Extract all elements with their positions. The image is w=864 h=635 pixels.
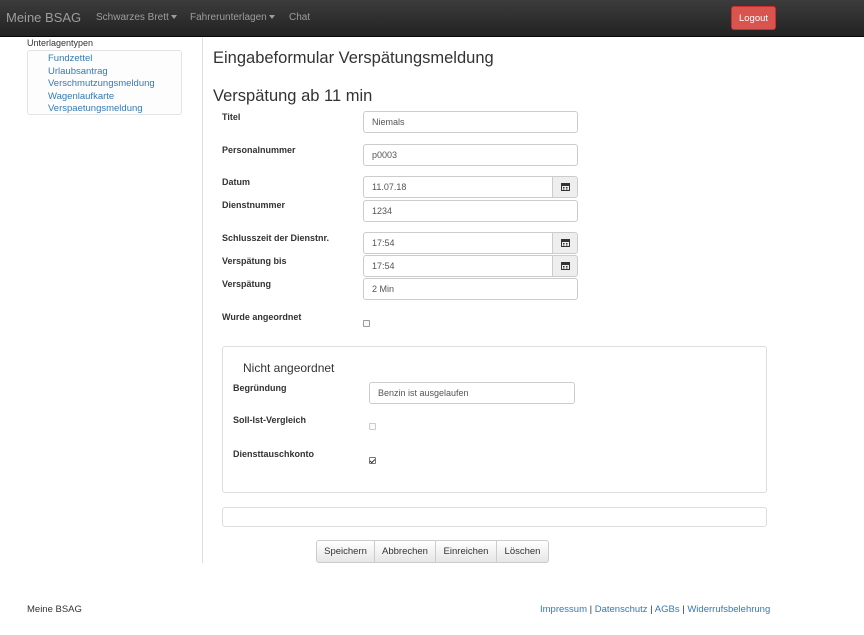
footer-brand: Meine BSAG bbox=[27, 604, 82, 615]
schlusszeit-input[interactable]: 17:54 bbox=[363, 232, 553, 254]
sidebar-item-fundzettel[interactable]: Fundzettel bbox=[48, 53, 92, 64]
sidebar-item-verschmutzungsmeldung[interactable]: Verschmutzungsmeldung bbox=[48, 78, 155, 89]
sidebar-divider bbox=[202, 38, 203, 563]
footer-separator: | bbox=[586, 604, 595, 615]
sidebar-list: Fundzettel Urlaubsantrag Verschmutzungsm… bbox=[27, 50, 182, 115]
section-title: Verspätung ab 11 min bbox=[213, 87, 373, 105]
sidebar-item-verspaetungsmeldung[interactable]: Verspaetungsmeldung bbox=[48, 103, 143, 114]
nav-fahrerunterlagen[interactable]: Fahrerunterlagen bbox=[190, 12, 275, 23]
nav-chat[interactable]: Chat bbox=[289, 12, 310, 23]
datum-label: Datum bbox=[222, 177, 251, 187]
schlusszeit-picker-button[interactable] bbox=[552, 232, 578, 254]
soll-ist-vergleich-label: Soll-Ist-Vergleich bbox=[233, 415, 307, 425]
begruendung-input[interactable]: Benzin ist ausgelaufen bbox=[369, 382, 575, 404]
navbar: Meine BSAG Schwarzes Brett Fahrerunterla… bbox=[0, 0, 864, 37]
personalnummer-label: Personalnummer bbox=[222, 145, 296, 155]
verspaetung-bis-input[interactable]: 17:54 bbox=[363, 255, 553, 277]
calendar-icon bbox=[561, 183, 570, 191]
diensttauschkonto-label: Diensttauschkonto bbox=[233, 449, 315, 459]
delete-button[interactable]: Löschen bbox=[496, 540, 549, 563]
dienstnummer-input[interactable]: 1234 bbox=[363, 200, 578, 222]
chevron-down-icon bbox=[268, 15, 275, 20]
save-button[interactable]: Speichern bbox=[316, 540, 375, 563]
titel-input[interactable]: Niemals bbox=[363, 111, 578, 133]
page-title: Eingabeformular Verspätungsmeldung bbox=[213, 49, 494, 67]
verspaetung-input[interactable]: 2 Min bbox=[363, 278, 578, 300]
begruendung-label: Begründung bbox=[233, 383, 287, 393]
personalnummer-input[interactable]: p0003 bbox=[363, 144, 578, 166]
sidebar-item-wagenlaufkarte[interactable]: Wagenlaufkarte bbox=[48, 91, 114, 102]
datum-input[interactable]: 11.07.18 bbox=[363, 176, 553, 198]
logout-button[interactable]: Logout bbox=[731, 6, 776, 30]
calendar-icon bbox=[561, 239, 570, 247]
calendar-icon bbox=[561, 262, 570, 270]
titel-label: Titel bbox=[222, 112, 241, 122]
soll-ist-vergleich-checkbox[interactable] bbox=[369, 423, 376, 430]
footer-links: Impressum | Datenschutz | AGBs | Widerru… bbox=[540, 604, 770, 615]
chevron-down-icon bbox=[170, 15, 177, 20]
verspaetung-label: Verspätung bbox=[222, 279, 272, 289]
footer-link-agbs[interactable]: AGBs bbox=[655, 604, 680, 615]
empty-message-box bbox=[222, 507, 767, 527]
action-button-group: Speichern Abbrechen Einreichen Löschen bbox=[316, 540, 549, 563]
sidebar-item-urlaubsantrag[interactable]: Urlaubsantrag bbox=[48, 66, 108, 77]
dienstnummer-label: Dienstnummer bbox=[222, 200, 286, 210]
footer-separator: | bbox=[647, 604, 655, 615]
datum-picker-button[interactable] bbox=[552, 176, 578, 198]
verspaetung-bis-label: Verspätung bis bbox=[222, 256, 287, 266]
panel-title: Nicht angeordnet bbox=[243, 361, 335, 375]
sidebar-heading: Unterlagentypen bbox=[27, 38, 94, 48]
diensttauschkonto-checkbox[interactable] bbox=[369, 457, 376, 464]
verspaetung-bis-picker-button[interactable] bbox=[552, 255, 578, 277]
submit-button[interactable]: Einreichen bbox=[435, 540, 497, 563]
wurde-angeordnet-checkbox[interactable] bbox=[363, 320, 370, 327]
navbar-brand[interactable]: Meine BSAG bbox=[6, 10, 81, 25]
footer-link-widerrufsbelehrung[interactable]: Widerrufsbelehrung bbox=[687, 604, 770, 615]
footer-link-impressum[interactable]: Impressum bbox=[540, 604, 587, 615]
cancel-button[interactable]: Abbrechen bbox=[374, 540, 436, 563]
nav-schwarzes-brett[interactable]: Schwarzes Brett bbox=[96, 12, 177, 23]
schlusszeit-label: Schlusszeit der Dienstnr. bbox=[222, 233, 330, 243]
footer-link-datenschutz[interactable]: Datenschutz bbox=[595, 604, 648, 615]
wurde-angeordnet-label: Wurde angeordnet bbox=[222, 312, 302, 322]
